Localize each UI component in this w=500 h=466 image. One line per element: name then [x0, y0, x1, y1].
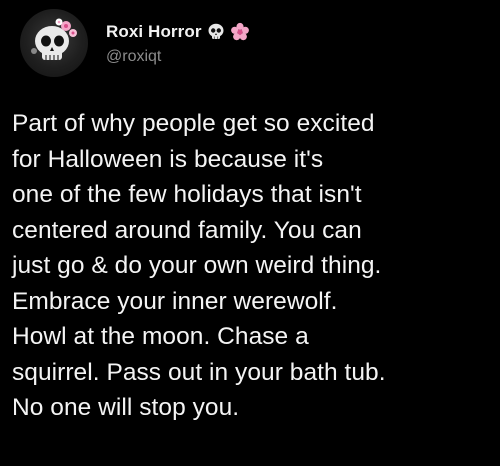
- name-row: Roxi Horror: [106, 20, 250, 44]
- display-name[interactable]: Roxi Horror: [106, 22, 202, 42]
- handle[interactable]: @roxiqt: [106, 48, 250, 66]
- tweet-text: Part of why people get so excited for Ha…: [12, 110, 386, 421]
- avatar[interactable]: [20, 9, 88, 77]
- author-meta: Roxi Horror @roxiqt: [106, 20, 250, 66]
- tweet-card: Roxi Horror @roxiqt Part of why people g…: [0, 0, 500, 466]
- tweet-header: Roxi Horror @roxiqt: [20, 8, 250, 78]
- skull-with-flowers-icon: [31, 18, 77, 60]
- pink-flower-emoji-icon: [230, 22, 250, 42]
- skull-emoji-icon: [206, 22, 226, 42]
